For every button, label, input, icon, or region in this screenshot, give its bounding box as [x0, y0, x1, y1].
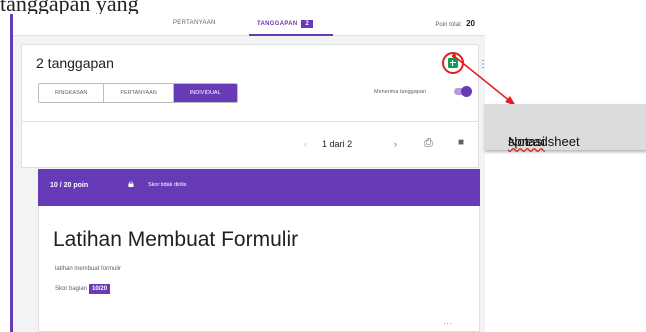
annotation-rest: spreadsheet: [508, 134, 580, 149]
callout-arrow: [452, 54, 517, 107]
annotation-callout: Notasi spreadsheet: [484, 104, 646, 150]
